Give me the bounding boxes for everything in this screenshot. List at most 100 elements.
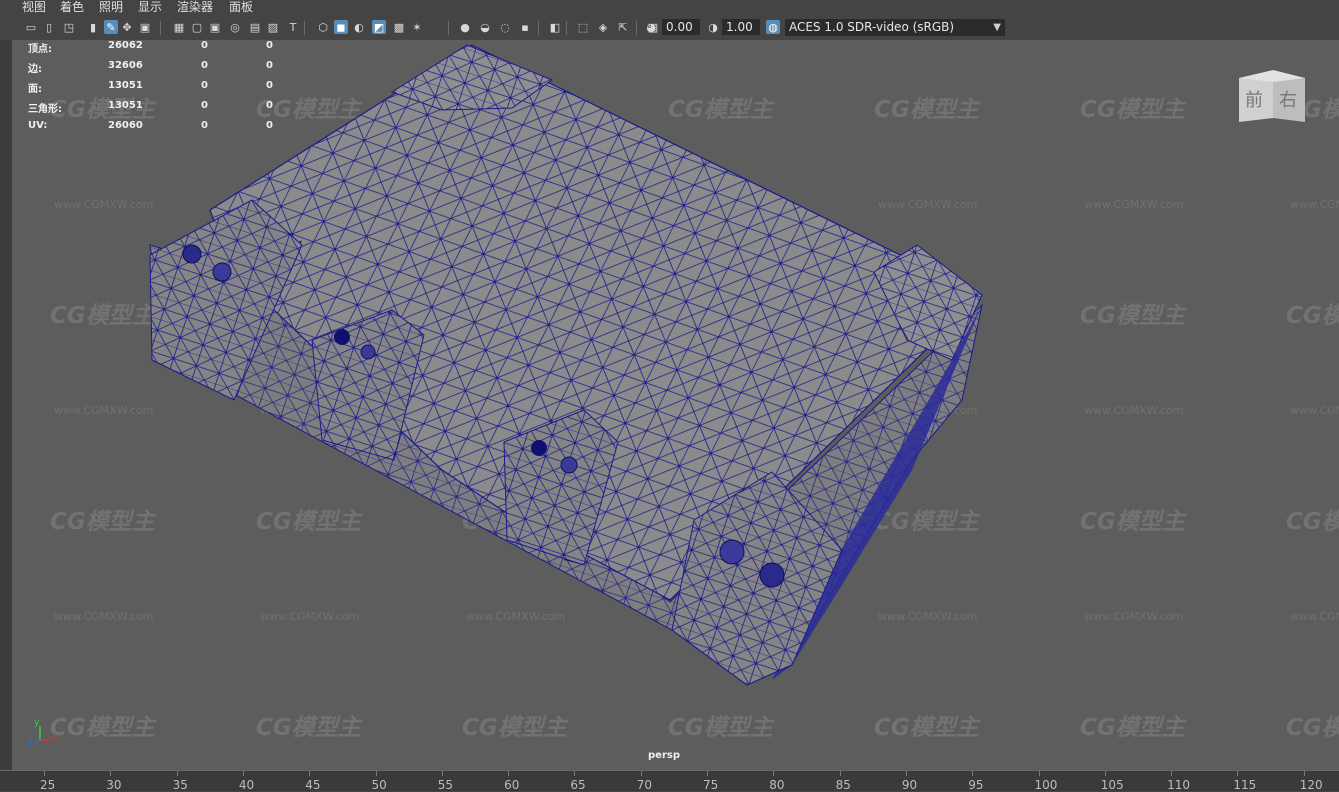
3d-viewport[interactable]: CG模型主CG模型主CG模型主CG模型主CG模型主CG模型主CG模型主CG模型主… <box>12 40 1339 770</box>
safe-action-icon[interactable]: ▨ <box>266 20 280 34</box>
safe-title-icon[interactable]: T <box>286 20 300 34</box>
gamma-field[interactable]: 1.00 <box>722 19 760 35</box>
color-space-dropdown[interactable]: ACES 1.0 SDR-video (sRGB) ▼ <box>785 19 1005 36</box>
use-all-lights-icon[interactable]: ✶ <box>410 20 424 34</box>
menu-item[interactable]: 视图 <box>22 0 46 15</box>
hud-triangles: 0 <box>266 60 273 71</box>
rivet <box>759 562 785 588</box>
rivet <box>182 244 202 264</box>
hud-selected: 0 <box>201 80 208 91</box>
toolbar-separator <box>538 21 539 35</box>
menu-item[interactable]: 照明 <box>99 0 123 15</box>
film-gate-icon[interactable]: ▢ <box>190 20 204 34</box>
gamma-icon[interactable]: ◑ <box>706 20 720 34</box>
ruler-tick <box>508 771 510 776</box>
gate-mask-icon[interactable]: ◎ <box>228 20 242 34</box>
viewcube-front-face[interactable]: 前 <box>1245 86 1263 112</box>
ruler-tick <box>176 771 178 776</box>
hud-triangles: 0 <box>266 100 273 111</box>
grid-icon[interactable]: ▦ <box>172 20 186 34</box>
textured-icon[interactable]: ▩ <box>392 20 406 34</box>
screen-space-ao-icon[interactable]: ◒ <box>478 20 492 34</box>
exposure-icon[interactable]: ◕ <box>644 20 658 34</box>
axis-y-label: y <box>34 718 40 728</box>
axis-x-label: x <box>51 734 57 744</box>
hud-count: 32606 <box>108 60 143 71</box>
viewcube-right-face[interactable]: 右 <box>1279 86 1297 112</box>
camera-name-label: persp <box>648 750 680 761</box>
rivet <box>531 440 547 456</box>
hud-selected: 0 <box>201 100 208 111</box>
ruler-tick <box>1303 771 1305 776</box>
camera-attributes-icon[interactable]: ▯ <box>42 20 56 34</box>
menu-item[interactable]: 着色 <box>60 0 84 15</box>
ruler-tick <box>1038 771 1040 776</box>
hud-selected: 0 <box>201 60 208 71</box>
hud-selected: 0 <box>201 40 208 51</box>
ruler-tick <box>1171 771 1173 776</box>
image-plane-icon[interactable]: ▣ <box>138 20 152 34</box>
ruler-tick <box>1237 771 1239 776</box>
rivet <box>719 539 745 565</box>
axis-gizmo: y x z <box>28 718 72 754</box>
ruler-tick <box>640 771 642 776</box>
resolution-gate-icon[interactable]: ▣ <box>208 20 222 34</box>
hud-triangles: 0 <box>266 120 273 131</box>
smooth-shade-icon[interactable]: ◼ <box>334 20 348 34</box>
xray-joints-icon[interactable]: ⇱ <box>616 20 630 34</box>
ruler-tick <box>242 771 244 776</box>
ruler-tick <box>441 771 443 776</box>
left-edge-strip <box>0 40 12 770</box>
use-default-material-icon[interactable]: ◐ <box>352 20 366 34</box>
camera-select-icon[interactable]: ▭ <box>24 20 38 34</box>
ruler-tick <box>375 771 377 776</box>
chevron-down-icon[interactable]: ▼ <box>993 19 1001 36</box>
mesh-model[interactable] <box>12 40 1339 770</box>
depth-of-field-icon[interactable]: ◧ <box>548 20 562 34</box>
hud-label: 三角形: <box>28 104 62 115</box>
hud-label: 边: <box>28 64 42 75</box>
ruler-tick <box>839 771 841 776</box>
motion-blur-icon[interactable]: ◌ <box>498 20 512 34</box>
toolbar-separator <box>304 21 305 35</box>
xray-icon[interactable]: ◈ <box>596 20 610 34</box>
color-management-icon[interactable]: ◍ <box>766 20 780 34</box>
menu-item[interactable]: 面板 <box>229 0 253 15</box>
ruler-tick <box>707 771 708 776</box>
menu-bar: 视图 着色 照明 显示 渲染器 面板 <box>0 0 1339 16</box>
ruler-tick <box>773 771 775 776</box>
ruler-tick <box>574 771 576 776</box>
ruler-tick <box>44 771 45 776</box>
2d-pan-zoom-icon[interactable]: ✥ <box>120 20 134 34</box>
ruler-tick <box>972 771 974 776</box>
wireframe-icon[interactable]: ⬡ <box>316 20 330 34</box>
menu-item[interactable]: 渲染器 <box>177 0 213 15</box>
hud-selected: 0 <box>201 120 208 131</box>
time-ruler[interactable]: 25 30 35 40 45 50 55 60 65 70 75 80 85 90 95 100 105 110 1… <box>0 770 1339 792</box>
toolbar-separator <box>448 21 449 35</box>
rivet <box>360 344 376 360</box>
ruler-tick <box>1104 771 1106 776</box>
hud-count: 13051 <box>108 100 143 111</box>
hud-triangles: 0 <box>266 80 273 91</box>
bookmark-camera-icon[interactable]: ◳ <box>62 20 76 34</box>
viewport-toolbar: ▭ ▯ ◳ ▮ ✎ ✥ ▣ ▦ ▢ ▣ ◎ ▤ ▨ T ⬡ ◼ ◐ ◩ ▩ ✶ ● ◒ ◌ ▪ ◧ ⬚ ◈ ⇱ ▧ ◕ ◑ ◍ 0.00 1.… <box>0 16 1339 41</box>
anti-aliasing-icon[interactable]: ▪ <box>518 20 532 34</box>
grease-pencil-icon[interactable]: ✎ <box>104 20 118 34</box>
hud-count: 26060 <box>108 120 143 131</box>
color-space-value: ACES 1.0 SDR-video (sRGB) <box>789 20 955 34</box>
isolate-select-icon[interactable]: ⬚ <box>576 20 590 34</box>
view-cube[interactable]: 前 右 <box>1239 70 1309 130</box>
axis-z-label: z <box>28 738 33 748</box>
toolbar-separator <box>636 21 637 35</box>
exposure-field[interactable]: 0.00 <box>662 19 700 35</box>
ruler-tick <box>110 771 112 776</box>
shadows-icon[interactable]: ● <box>458 20 472 34</box>
wireframe-on-shaded-icon[interactable]: ◩ <box>372 20 386 34</box>
field-chart-icon[interactable]: ▤ <box>248 20 262 34</box>
bookmark-icon[interactable]: ▮ <box>86 20 100 34</box>
toolbar-separator <box>566 21 567 35</box>
menu-item[interactable]: 显示 <box>138 0 162 15</box>
rivet <box>560 456 578 474</box>
rivet <box>212 262 232 282</box>
